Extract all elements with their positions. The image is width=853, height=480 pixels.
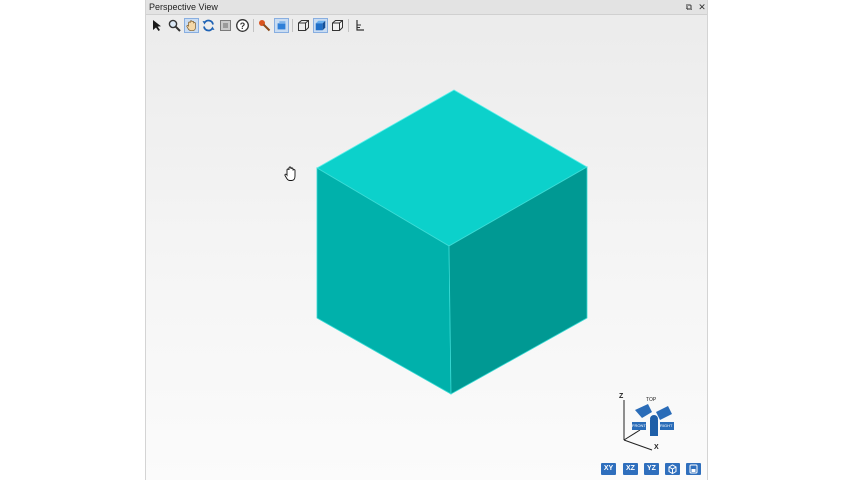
- pan-hand-icon[interactable]: [184, 18, 199, 33]
- iso-cube-icon[interactable]: [665, 463, 680, 475]
- help-icon[interactable]: ?: [235, 18, 250, 33]
- pick-tool-icon[interactable]: [257, 18, 272, 33]
- svg-text:?: ?: [240, 21, 246, 31]
- panel-title: Perspective View: [149, 2, 218, 12]
- save-view-icon[interactable]: [686, 463, 701, 475]
- hand-cursor-icon: [284, 166, 296, 181]
- triad-top-label: TOP: [646, 397, 657, 403]
- triad-x-label: X: [654, 444, 659, 451]
- view-mode-icon[interactable]: [274, 18, 289, 33]
- restore-icon[interactable]: ⧉: [684, 1, 694, 13]
- shaded-cube-icon[interactable]: [313, 18, 328, 33]
- panel-titlebar: Perspective View ⧉ ✕: [146, 0, 707, 15]
- view-xz-button[interactable]: XZ: [623, 463, 638, 475]
- view-yz-button[interactable]: YZ: [644, 463, 659, 475]
- view-toolbar: ?: [146, 15, 707, 36]
- toolbar-separator: [292, 19, 293, 32]
- fit-view-icon[interactable]: [218, 18, 233, 33]
- toolbar-separator: [253, 19, 254, 32]
- close-icon[interactable]: ✕: [697, 1, 707, 13]
- rotate-icon[interactable]: [201, 18, 216, 33]
- 3d-viewport[interactable]: Z X TOP FRONT RIGHT: [146, 36, 707, 480]
- triad-right-label: RIGHT: [660, 423, 673, 428]
- triad-front-label: FRONT: [632, 423, 646, 428]
- triad-z-label: Z: [619, 393, 624, 400]
- toolbar-separator: [348, 19, 349, 32]
- orientation-triad[interactable]: Z X TOP FRONT RIGHT: [612, 392, 692, 452]
- axis-icon[interactable]: [352, 18, 367, 33]
- zoom-magnifier-icon[interactable]: [167, 18, 182, 33]
- outline-cube-icon[interactable]: [330, 18, 345, 33]
- perspective-view-panel: Perspective View ⧉ ✕ ? Z X TOP FRONT RIG…: [145, 0, 708, 480]
- wireframe-cube-icon[interactable]: [296, 18, 311, 33]
- view-xy-button[interactable]: XY: [601, 463, 616, 475]
- select-arrow-icon[interactable]: [150, 18, 165, 33]
